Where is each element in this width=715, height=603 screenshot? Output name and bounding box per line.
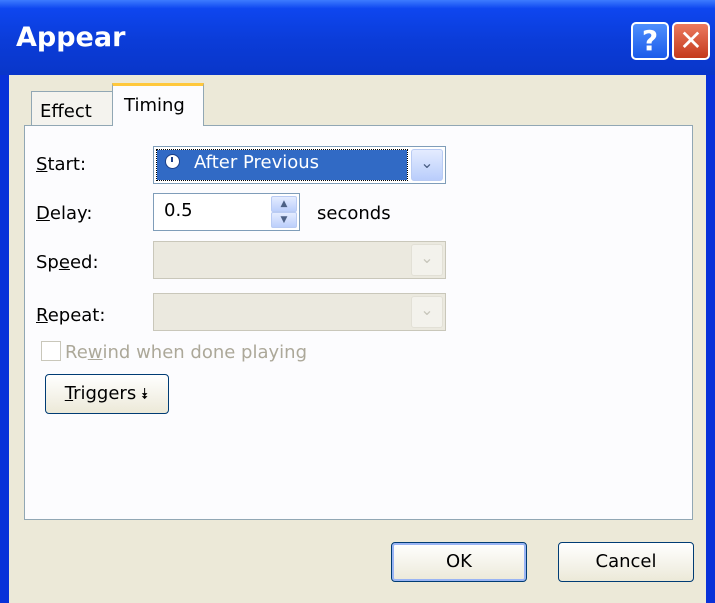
speed-label: Speed: [36, 252, 99, 273]
start-dropdown-button[interactable]: ⌄ [411, 149, 443, 181]
start-label: Start: [36, 154, 87, 175]
start-select[interactable]: After Previous ⌄ [153, 146, 446, 184]
speed-dropdown-button[interactable]: ⌄ [411, 244, 443, 276]
delay-spin-buttons: ▲ ▼ [271, 196, 297, 228]
help-button[interactable]: ? [631, 22, 669, 60]
close-button[interactable]: ✕ [672, 22, 710, 60]
dialog-client-area: Effect Timing Start: After Previous ⌄ De… [9, 75, 706, 603]
cancel-button[interactable]: Cancel [558, 542, 694, 582]
clock-icon [165, 154, 180, 169]
repeat-select[interactable]: ⌄ [153, 293, 446, 331]
start-selected-value: After Previous [156, 149, 408, 181]
spin-up-button[interactable]: ▲ [271, 196, 297, 212]
title-bar[interactable]: Appear ? ✕ [0, 0, 715, 75]
repeat-dropdown-button[interactable]: ⌄ [411, 296, 443, 328]
triggers-button[interactable]: Triggers ⯯ [45, 374, 169, 414]
delay-unit-label: seconds [317, 203, 391, 224]
tab-timing[interactable]: Timing [112, 83, 204, 126]
repeat-label: Repeat: [36, 305, 106, 326]
rewind-checkbox[interactable] [41, 341, 61, 361]
rewind-label: Rewind when done playing [65, 342, 307, 363]
delay-spinner[interactable]: 0.5 ▲ ▼ [153, 193, 300, 231]
delay-label: Delay: [36, 203, 93, 224]
speed-select[interactable]: ⌄ [153, 241, 446, 279]
dialog-title: Appear [16, 22, 126, 53]
timing-panel: Start: After Previous ⌄ Delay: 0.5 ▲ ▼ s… [24, 125, 693, 520]
delay-value[interactable]: 0.5 [164, 200, 193, 221]
ok-button[interactable]: OK [391, 542, 527, 582]
double-chevron-down-icon: ⯯ [140, 385, 150, 403]
spin-down-button[interactable]: ▼ [271, 212, 297, 228]
dialog-window: Appear ? ✕ Effect Timing Start: After Pr… [0, 0, 715, 603]
tab-effect[interactable]: Effect [31, 91, 113, 125]
title-bar-highlight [0, 0, 715, 9]
